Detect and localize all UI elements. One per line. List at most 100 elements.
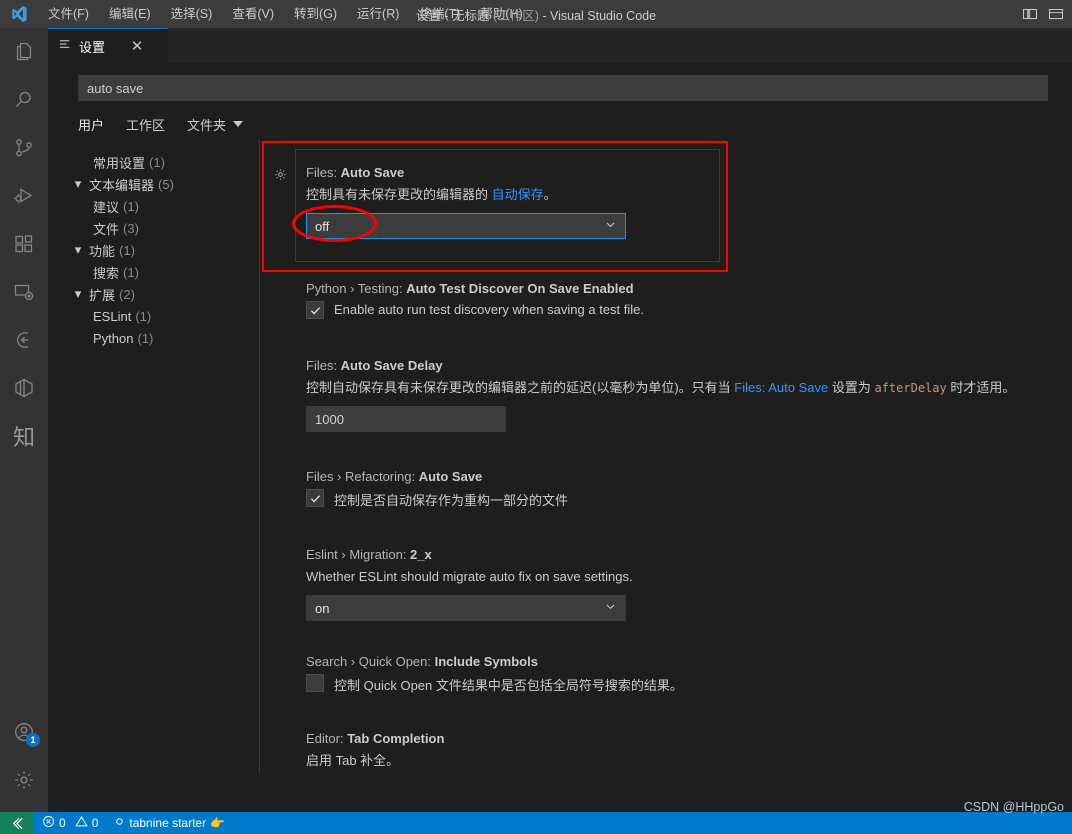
toc-label: 常用设置 — [93, 155, 146, 171]
toc-count: (1) — [149, 154, 165, 170]
checkbox-label: 控制是否自动保存作为重构一部分的文件 — [334, 493, 569, 508]
menu-view[interactable]: 查看(V) — [222, 2, 284, 26]
toc-count: (1) — [135, 308, 152, 324]
menu-go[interactable]: 转到(G) — [284, 2, 347, 26]
desc-pre: 控制具有未保存更改的编辑器的 — [306, 187, 492, 202]
gear-icon[interactable] — [273, 167, 288, 187]
title-bar: 文件(F) 编辑(E) 选择(S) 查看(V) 转到(G) 运行(R) 终端(T… — [0, 0, 1072, 28]
toc-item-features[interactable]: ▾ 功能 (1) — [48, 239, 259, 261]
setting-description: 控制自动保存具有未保存更改的编辑器之前的延迟(以毫秒为单位)。只有当 Files… — [306, 379, 1072, 397]
setting-eslint-migration: Eslint › Migration: 2_x Whether ESLint s… — [260, 509, 1072, 621]
chevron-down-icon — [604, 218, 617, 234]
extensions-icon[interactable] — [0, 220, 48, 268]
chevron-down-icon[interactable]: ▾ — [70, 242, 86, 258]
toc-label: Python — [93, 330, 134, 346]
toc-item-eslint[interactable]: ESLint (1) — [48, 305, 259, 327]
search-icon[interactable] — [0, 76, 48, 124]
tab-label: 设置 — [79, 39, 106, 55]
files-auto-save-select[interactable]: off — [306, 213, 626, 239]
setting-name: 2_x — [410, 547, 432, 562]
auto-save-delay-input[interactable]: 1000 — [306, 406, 506, 432]
menu-run[interactable]: 运行(R) — [347, 2, 409, 26]
gear-icon[interactable] — [0, 756, 48, 804]
tab-folder[interactable]: 文件夹 — [187, 115, 244, 139]
tab-settings[interactable]: 设置 ✕ — [48, 28, 168, 63]
setting-name: Include Symbols — [434, 654, 538, 669]
explorer-icon[interactable] — [0, 28, 48, 76]
run-debug-icon[interactable] — [0, 172, 48, 220]
menu-terminal[interactable]: 终端(T) — [409, 2, 470, 26]
menu-help[interactable]: 帮助(H) — [470, 2, 532, 26]
tabnine-status[interactable]: tabnine starter 👉 — [106, 812, 233, 834]
source-control-icon[interactable] — [0, 124, 48, 172]
settings-toc: 常用设置 (1) ▾ 文本编辑器 (5) 建议 (1) 文件 (3) ▾ 功能 … — [48, 141, 259, 773]
checkbox-checked[interactable] — [306, 301, 324, 319]
toc-item-extensions[interactable]: ▾ 扩展 (2) — [48, 283, 259, 305]
toc-item-suggestions[interactable]: 建议 (1) — [48, 195, 259, 217]
toc-item-search[interactable]: 搜索 (1) — [48, 261, 259, 283]
toggle-panel-icon[interactable] — [1018, 2, 1042, 26]
toc-count: (1) — [119, 242, 135, 258]
select-value: on — [315, 600, 330, 616]
select-value: off — [315, 218, 330, 234]
toc-count: (2) — [119, 286, 135, 302]
toc-item-text-editor[interactable]: ▾ 文本编辑器 (5) — [48, 173, 259, 195]
setting-category: Editor: — [306, 731, 348, 746]
watermark: CSDN @HHppGo — [963, 800, 1064, 814]
setting-name: Auto Save — [418, 469, 483, 484]
docker-icon[interactable] — [0, 364, 48, 412]
chevron-down-icon[interactable]: ▾ — [70, 286, 86, 302]
menu-bar: 文件(F) 编辑(E) 选择(S) 查看(V) 转到(G) 运行(R) 终端(T… — [38, 2, 533, 26]
toc-item-common[interactable]: 常用设置 (1) — [48, 151, 259, 173]
error-count: 0 — [59, 816, 66, 830]
status-bar: 0 0 tabnine starter 👉 — [0, 812, 1072, 834]
desc-mid: 设置为 — [828, 380, 875, 395]
account-badge: 1 — [26, 733, 40, 747]
setting-category: Search › Quick Open: — [306, 654, 435, 669]
toc-item-files[interactable]: 文件 (3) — [48, 217, 259, 239]
chevron-down-icon[interactable]: ▾ — [70, 176, 86, 192]
setting-editor-tab-completion: Editor: Tab Completion 启用 Tab 补全。 off — [260, 694, 1072, 773]
setting-checkbox-row[interactable]: Enable auto run test discovery when savi… — [306, 301, 1072, 319]
error-icon — [42, 815, 55, 831]
toc-label: 扩展 — [89, 287, 116, 303]
toc-item-python[interactable]: Python (1) — [48, 327, 259, 349]
setting-checkbox-row[interactable]: 控制是否自动保存作为重构一部分的文件 — [306, 489, 1072, 509]
remote-window-icon[interactable] — [0, 812, 34, 834]
toc-label: 文本编辑器 — [89, 177, 155, 193]
search-input[interactable]: auto save — [78, 75, 1048, 101]
setting-description: 启用 Tab 补全。 — [306, 753, 400, 768]
tabnine-label: tabnine starter — [129, 816, 207, 830]
toc-count: (3) — [123, 220, 139, 236]
menu-file[interactable]: 文件(F) — [38, 2, 99, 26]
setting-checkbox-row[interactable]: 控制 Quick Open 文件结果中是否包括全局符号搜索的结果。 — [306, 674, 1072, 694]
problems-status[interactable]: 0 0 — [34, 812, 106, 834]
desc-link[interactable]: 自动保存 — [492, 187, 544, 202]
menu-selection[interactable]: 选择(S) — [161, 2, 223, 26]
setting-title: Search › Quick Open: Include Symbols — [306, 654, 1072, 669]
eslint-migration-select[interactable]: on — [306, 595, 626, 621]
setting-name: Auto Save — [340, 165, 405, 180]
desc-link[interactable]: Files: Auto Save — [734, 380, 828, 395]
warning-count: 0 — [91, 816, 99, 830]
account-icon[interactable]: 1 — [0, 708, 48, 756]
setting-category: Files › Refactoring: — [306, 469, 419, 484]
tab-bar-empty — [168, 28, 1072, 63]
menu-edit[interactable]: 编辑(E) — [99, 2, 161, 26]
checkbox-unchecked[interactable] — [306, 674, 324, 692]
checkbox-checked[interactable] — [306, 489, 324, 507]
settings-list[interactable]: Files: Auto Save 控制具有未保存更改的编辑器的 自动保存。 of… — [260, 141, 1072, 773]
zhihu-icon[interactable]: 知 — [0, 412, 48, 460]
toc-count: (5) — [158, 176, 174, 192]
toc-label: ESLint — [93, 308, 132, 324]
warning-icon — [74, 815, 88, 831]
tab-workspace[interactable]: 工作区 — [126, 115, 165, 139]
remote-explorer-icon[interactable] — [0, 268, 48, 316]
close-icon[interactable]: ✕ — [129, 39, 145, 54]
setting-description: Whether ESLint should migrate auto fix o… — [306, 569, 633, 584]
tab-user[interactable]: 用户 — [78, 115, 104, 139]
layout-controls — [1018, 0, 1068, 28]
toc-label: 搜索 — [93, 265, 120, 281]
toggle-layout-icon[interactable] — [1044, 2, 1068, 26]
testing-beaker-icon[interactable] — [0, 316, 48, 364]
